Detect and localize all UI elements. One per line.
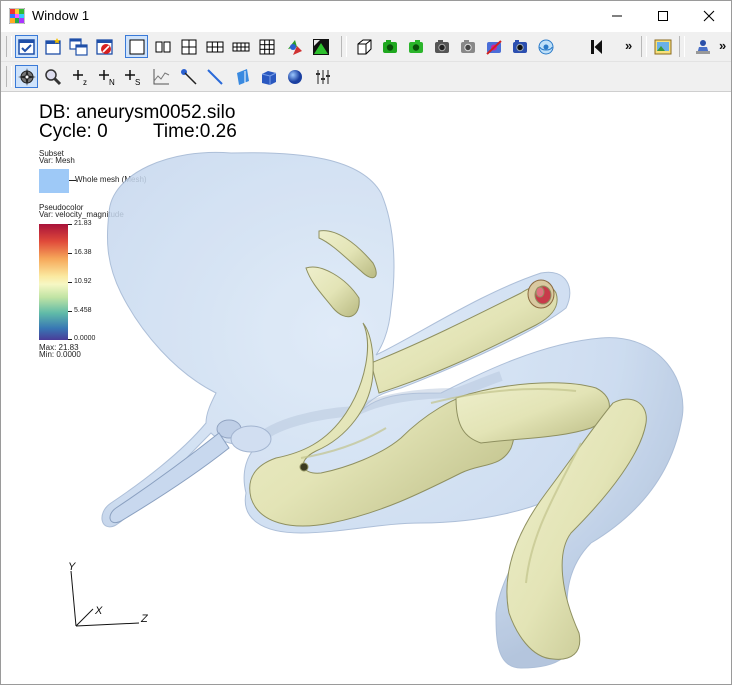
box-icon <box>261 70 276 85</box>
pointer-icon <box>180 68 197 85</box>
toolbar-overflow[interactable]: » <box>625 38 632 53</box>
plus-z-icon: z <box>72 69 87 87</box>
clone-window-button[interactable] <box>67 35 90 58</box>
toolbar-grip[interactable] <box>679 36 685 57</box>
layout-2x3-button[interactable] <box>203 35 226 58</box>
minimize-button[interactable] <box>594 1 640 31</box>
maximize-button[interactable] <box>640 1 686 31</box>
window-title: Window 1 <box>32 8 90 23</box>
line-tool-icon <box>206 68 223 85</box>
layout-1x1-button[interactable] <box>125 35 148 58</box>
layout-1x2-button[interactable] <box>151 35 174 58</box>
picture-icon <box>654 39 671 54</box>
plus-s-icon: S <box>124 69 140 87</box>
clone-window-icon <box>68 37 88 56</box>
curve-plot-icon <box>153 68 169 84</box>
axis-label-y: Y <box>68 561 76 573</box>
undo-view-button[interactable] <box>404 35 427 58</box>
spin-icon <box>538 39 553 54</box>
layout-3x2-icon <box>232 42 249 51</box>
close-button[interactable] <box>686 1 731 31</box>
plot-lock-icon <box>287 39 302 55</box>
zoom-mode-button[interactable] <box>41 65 64 88</box>
active-window-button[interactable] <box>15 35 38 58</box>
delete-window-button[interactable] <box>93 35 116 58</box>
toolbar-grip[interactable] <box>341 36 347 57</box>
node-pick-button[interactable]: N <box>95 65 118 88</box>
skip-back-icon <box>590 39 602 54</box>
spin-button[interactable] <box>534 35 557 58</box>
reset-view-button[interactable] <box>378 35 401 58</box>
layout-2x2-button[interactable] <box>177 35 200 58</box>
toolbar-overflow-2[interactable]: » <box>719 38 726 53</box>
toolbar-grip[interactable] <box>641 36 647 57</box>
new-window-button[interactable] <box>41 35 64 58</box>
camera-icon <box>460 39 475 53</box>
invert-background-button[interactable] <box>352 35 375 58</box>
layout-2x2-icon <box>181 39 196 54</box>
inlet-pipe <box>109 432 230 523</box>
layout-1x2-icon <box>155 41 170 52</box>
navigate-mode-button[interactable] <box>15 65 38 88</box>
cube-icon <box>357 39 371 54</box>
axis-label-z: Z <box>141 613 148 625</box>
visit-window: Window 1 » » z N S DB: aneurysm0052.silo… <box>0 0 732 685</box>
toolbar-interaction: z N S <box>1 62 731 92</box>
axis-triad <box>70 570 140 627</box>
layout-1x1-icon <box>129 39 144 54</box>
play-back-button[interactable] <box>584 35 607 58</box>
svg-text:z: z <box>83 78 87 87</box>
plus-n-icon: N <box>98 69 115 87</box>
close-icon <box>703 10 715 22</box>
camera-delete-icon <box>485 39 502 55</box>
layout-3x3-button[interactable] <box>255 35 278 58</box>
toolbar-grip[interactable] <box>6 36 12 57</box>
lineout-button[interactable] <box>149 65 172 88</box>
axis-array-button[interactable] <box>311 65 334 88</box>
green-camera-icon <box>382 39 397 53</box>
minimize-icon <box>612 15 622 17</box>
visit-app-icon <box>9 8 25 24</box>
save-view-button[interactable] <box>430 35 453 58</box>
aneurysm-rendering <box>70 151 684 669</box>
svg-text:N: N <box>109 78 115 87</box>
print-window-button[interactable] <box>651 35 674 58</box>
lock-view-button[interactable] <box>283 35 306 58</box>
render-viewport[interactable]: DB: aneurysm0052.silo Cycle: 0 Time:0.26… <box>1 93 731 684</box>
delete-view-button[interactable] <box>482 35 505 58</box>
new-window-icon <box>44 37 61 55</box>
plane-tool-button[interactable] <box>231 65 254 88</box>
point-tool-button[interactable] <box>177 65 200 88</box>
view-extents-button[interactable] <box>508 35 531 58</box>
spreadsheet-pick-button[interactable]: S <box>121 65 144 88</box>
box-tool-button[interactable] <box>257 65 280 88</box>
lock-time-button[interactable] <box>309 35 332 58</box>
compass-icon <box>17 67 36 86</box>
layout-2x3-icon <box>206 41 223 52</box>
sphere-tool-button[interactable] <box>283 65 306 88</box>
sphere-icon <box>287 69 302 84</box>
checkbox-window-icon <box>17 38 35 55</box>
line-tool-button[interactable] <box>203 65 226 88</box>
green-camera-icon <box>408 39 423 53</box>
magnifier-icon <box>44 68 61 85</box>
layout-3x3-icon <box>259 39 274 54</box>
delete-window-icon <box>95 38 113 55</box>
toolbar-window: » » <box>1 32 731 62</box>
axis-label-x: X <box>95 605 103 617</box>
plane-icon <box>236 68 249 85</box>
layout-3x2-button[interactable] <box>229 35 252 58</box>
zone-pick-button[interactable]: z <box>69 65 92 88</box>
maximize-icon <box>658 11 668 21</box>
toolbar-grip[interactable] <box>6 66 12 87</box>
title-bar[interactable]: Window 1 <box>1 1 731 31</box>
axis-array-icon <box>315 69 330 84</box>
time-lock-icon <box>312 38 329 55</box>
person-computer-icon <box>695 39 710 54</box>
help-button[interactable] <box>691 35 714 58</box>
camera-icon <box>512 39 527 53</box>
camera-icon <box>434 39 449 53</box>
svg-text:S: S <box>135 78 140 87</box>
choose-view-button[interactable] <box>456 35 479 58</box>
